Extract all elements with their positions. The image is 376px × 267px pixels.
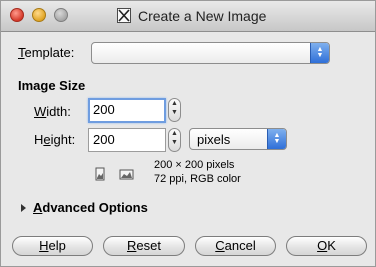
width-input[interactable]: 200 [88,98,166,123]
disclosure-triangle-icon[interactable] [21,204,26,212]
landscape-orientation-icon[interactable] [119,167,135,181]
reset-button[interactable]: Reset [103,236,185,256]
advanced-options-expander[interactable]: Advanced Options [33,200,148,215]
maximize-window-button[interactable] [54,8,68,22]
image-resolution-info: 72 ppi, RGB color [154,173,241,185]
unit-combo-arrows-icon: ▲ ▼ [267,129,286,149]
width-label: Width: [34,104,71,119]
close-window-button[interactable] [10,8,24,22]
image-dimensions-info: 200 × 200 pixels [154,159,235,171]
template-label: Template: [18,45,75,60]
minimize-window-button[interactable] [32,8,46,22]
height-label: Height: [34,132,76,147]
create-image-dialog: Create a New Image Template: ▲ ▼ Image Si… [0,0,376,267]
portrait-orientation-icon[interactable] [93,167,107,181]
x11-icon [117,8,131,23]
help-button[interactable]: Help [12,236,93,256]
unit-value: pixels [197,132,231,147]
ok-button[interactable]: OK [286,236,367,256]
template-combo[interactable]: ▲ ▼ [91,42,330,64]
cancel-button[interactable]: Cancel [195,236,276,256]
height-spin-button[interactable]: ▲ ▼ [168,128,181,152]
width-spin-button[interactable]: ▲ ▼ [168,98,181,122]
unit-combo[interactable]: pixels ▲ ▼ [189,128,287,150]
image-size-heading: Image Size [18,78,86,93]
window-title: Create a New Image [138,8,267,24]
height-input[interactable]: 200 [88,128,166,152]
title-bar[interactable]: Create a New Image [1,1,375,32]
combo-arrows-icon: ▲ ▼ [310,43,329,63]
